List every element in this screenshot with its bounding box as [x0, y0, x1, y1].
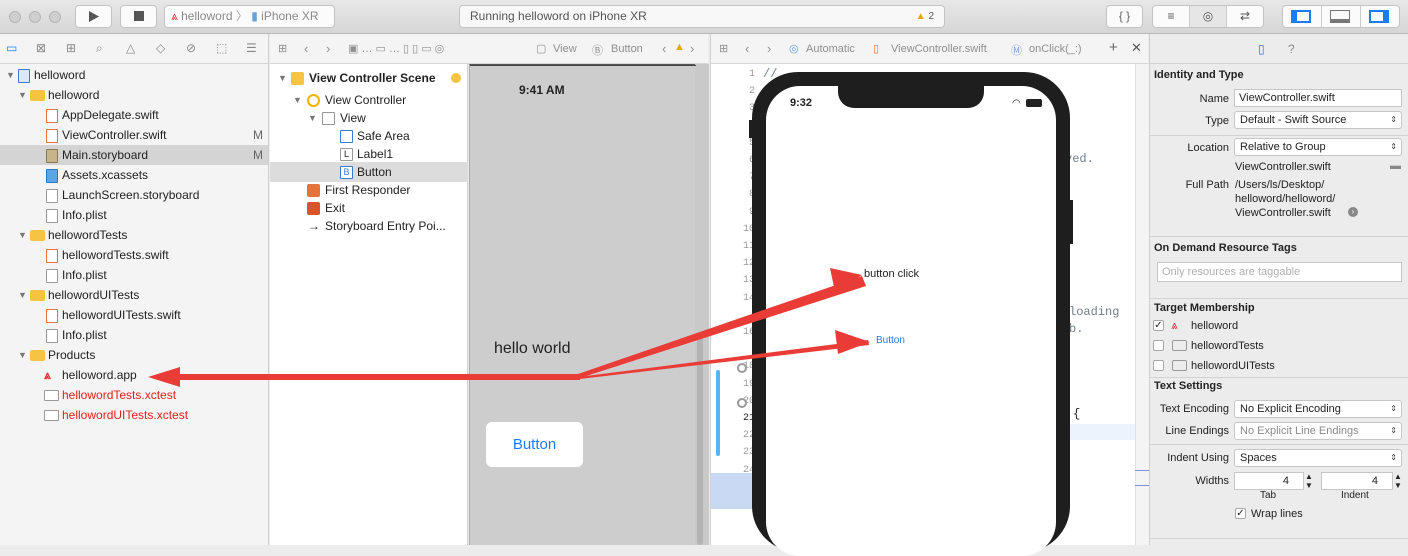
name-label: Name — [1199, 93, 1229, 105]
indent-sub-label: Indent — [1341, 490, 1369, 501]
arrow-to-app — [168, 374, 580, 380]
fullpath-line: /Users/ls/Desktop/ — [1235, 179, 1325, 191]
file-inspector-icon[interactable]: ▯ — [1258, 42, 1265, 56]
stepper-icon: ⇕ — [1390, 115, 1397, 124]
fullpath-label: Full Path — [1185, 179, 1229, 191]
section-target: Target Membership — [1154, 302, 1255, 314]
indent-stepper-icon[interactable]: ▲ ▼ — [1394, 472, 1402, 490]
wrap-lines-checkbox[interactable]: ✓ — [1235, 508, 1246, 519]
tab-width-field[interactable]: 4 — [1234, 472, 1304, 490]
fullpath-line: ViewController.swift — [1235, 207, 1331, 219]
indent-label: Indent Using — [1167, 452, 1229, 464]
widths-label: Widths — [1195, 475, 1229, 487]
target-name: hellowordUITests — [1191, 360, 1275, 372]
stepper-icon: ⇕ — [1390, 453, 1397, 462]
target-checkbox[interactable] — [1153, 340, 1164, 351]
target-checkbox[interactable]: ✓ — [1153, 320, 1164, 331]
type-label: Type — [1205, 115, 1229, 127]
xctest-icon — [1172, 360, 1187, 371]
encoding-label: Text Encoding — [1159, 403, 1229, 415]
target-checkbox[interactable] — [1153, 360, 1164, 371]
indent-width-field[interactable]: 4 — [1321, 472, 1393, 490]
arrow-to-label — [578, 276, 866, 378]
endings-label: Line Endings — [1165, 425, 1229, 437]
wrap-lines-label: Wrap lines — [1251, 508, 1303, 520]
location-label: Location — [1187, 142, 1229, 154]
name-field[interactable]: ViewController.swift — [1234, 89, 1402, 107]
section-identity: Identity and Type — [1154, 69, 1244, 81]
file-inspector: ▯ ? Identity and Type Name ViewControlle… — [1149, 34, 1408, 545]
target-name: hellowordTests — [1191, 340, 1264, 352]
inspector-tabs: ▯ ? — [1150, 34, 1408, 64]
encoding-popup[interactable]: No Explicit Encoding ⇕ — [1234, 400, 1402, 418]
tags-field[interactable]: Only resources are taggable — [1157, 262, 1402, 282]
endings-popup[interactable]: No Explicit Line Endings ⇕ — [1234, 422, 1402, 440]
target-name: helloword — [1191, 320, 1239, 332]
section-text-settings: Text Settings — [1154, 380, 1223, 392]
stepper-icon: ⇕ — [1390, 142, 1397, 151]
tab-stepper-icon[interactable]: ▲ ▼ — [1305, 472, 1313, 490]
reveal-arrow-icon[interactable]: › — [1348, 207, 1358, 217]
fullpath-line: helloword/helloword/ — [1235, 193, 1336, 205]
app-icon: ⩓ — [1171, 318, 1178, 332]
stepper-icon: ⇕ — [1390, 404, 1397, 413]
tab-sub-label: Tab — [1260, 490, 1277, 501]
location-file: ViewController.swift — [1235, 161, 1331, 173]
type-popup[interactable]: Default - Swift Source ⇕ — [1234, 111, 1402, 129]
stepper-icon: ⇕ — [1390, 426, 1397, 435]
xctest-icon — [1172, 340, 1187, 351]
section-tags: On Demand Resource Tags — [1154, 242, 1297, 254]
folder-icon[interactable]: ▬ — [1390, 160, 1401, 172]
indent-popup[interactable]: Spaces ⇕ — [1234, 449, 1402, 467]
help-icon[interactable]: ? — [1288, 42, 1295, 56]
location-popup[interactable]: Relative to Group ⇕ — [1234, 138, 1402, 156]
